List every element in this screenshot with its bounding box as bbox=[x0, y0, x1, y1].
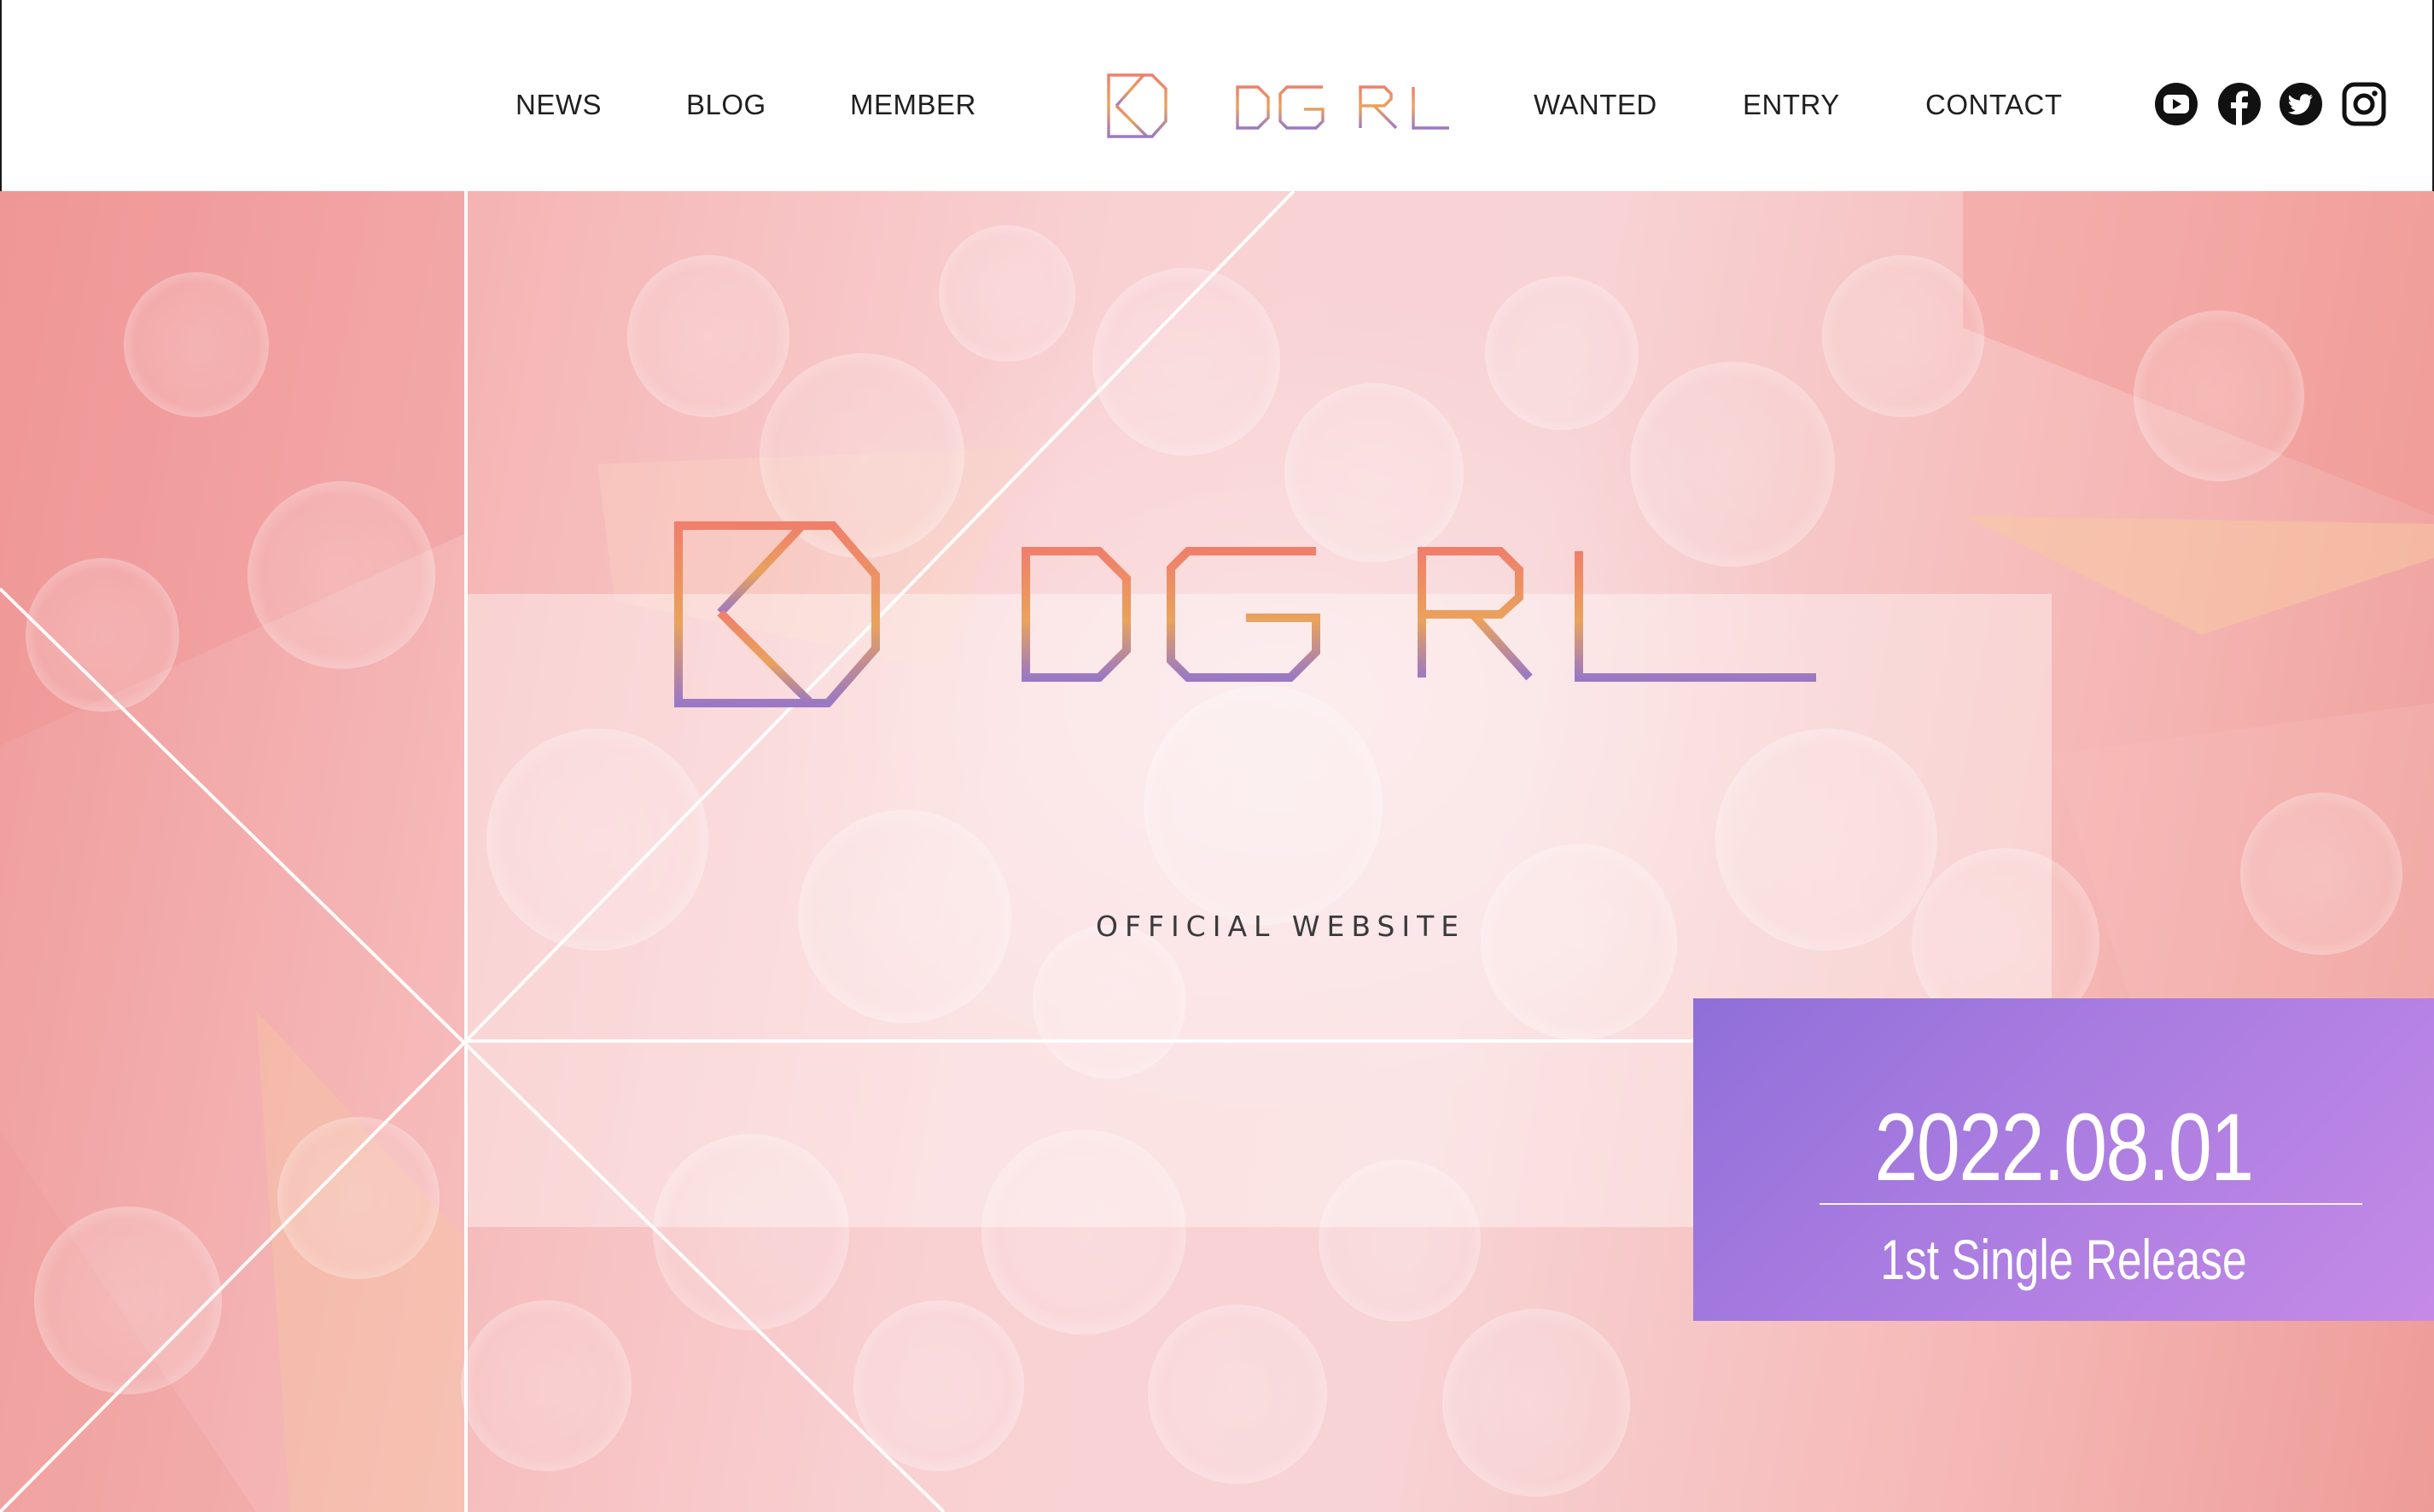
site-header: NEWS BLOG MEMBER WANTED ENTRY CONTACT bbox=[0, 0, 2434, 191]
nav-member[interactable]: MEMBER bbox=[850, 89, 976, 121]
release-divider bbox=[1820, 1203, 2362, 1205]
nav-news[interactable]: NEWS bbox=[515, 89, 602, 121]
nav-blog[interactable]: BLOG bbox=[686, 89, 766, 121]
main-logo bbox=[674, 502, 1818, 903]
nav-wanted[interactable]: WANTED bbox=[1534, 89, 1657, 121]
nav-entry[interactable]: ENTRY bbox=[1743, 89, 1840, 121]
facebook-icon[interactable] bbox=[2217, 82, 2262, 126]
instagram-icon[interactable] bbox=[2342, 82, 2386, 126]
tagline: OFFICIAL WEBSITE bbox=[1096, 910, 1466, 943]
nav-contact[interactable]: CONTACT bbox=[1925, 89, 2063, 121]
release-banner[interactable]: 2022.08.01 1st Single Release bbox=[1693, 998, 2434, 1321]
idgirl-logo-large bbox=[674, 521, 1816, 707]
header-logo[interactable] bbox=[1106, 72, 1449, 140]
release-date: 2022.08.01 bbox=[1874, 1094, 2254, 1201]
youtube-icon[interactable] bbox=[2154, 82, 2198, 126]
release-title: 1st Single Release bbox=[1880, 1228, 2247, 1291]
idgirl-logo-small bbox=[1107, 73, 1449, 138]
twitter-icon[interactable] bbox=[2279, 82, 2323, 126]
page: NEWS BLOG MEMBER WANTED ENTRY CONTACT OF… bbox=[0, 0, 2434, 1512]
